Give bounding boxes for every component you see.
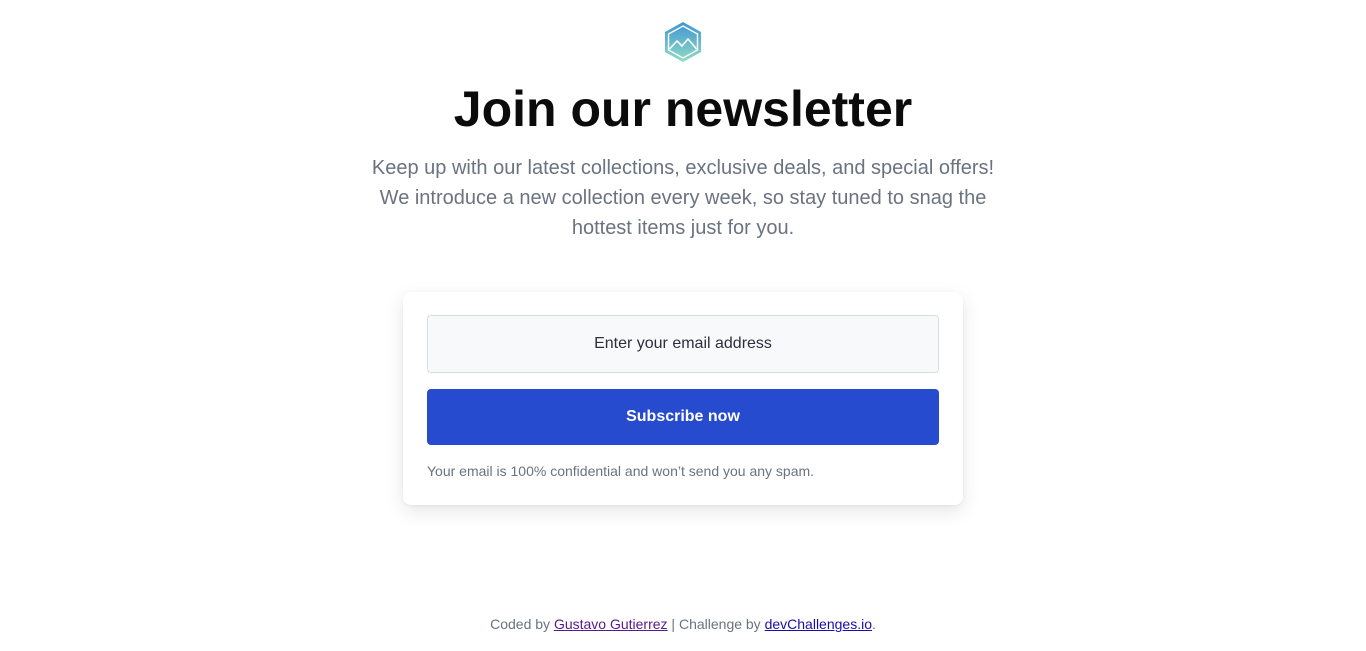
footer-separator-text: | Challenge by [667, 616, 765, 632]
footer: Coded by Gustavo Gutierrez | Challenge b… [0, 615, 1366, 633]
hexagon-mountain-logo-icon [665, 22, 701, 62]
email-input[interactable] [427, 315, 939, 373]
footer-coded-by-text: Coded by [490, 616, 554, 632]
author-link[interactable]: Gustavo Gutierrez [554, 616, 668, 632]
privacy-note: Your email is 100% confidential and won’… [427, 463, 815, 479]
page-subtitle: Keep up with our latest collections, exc… [371, 157, 995, 239]
newsletter-page: Join our newsletter Keep up with our lat… [0, 0, 1366, 651]
subscribe-card: Subscribe now Your email is 100% confide… [403, 292, 963, 505]
page-title: Join our newsletter [453, 81, 913, 137]
footer-end-text: . [871, 616, 876, 632]
subscribe-button[interactable]: Subscribe now [427, 389, 939, 445]
devchallenges-link[interactable]: devChallenges.io [765, 616, 872, 632]
